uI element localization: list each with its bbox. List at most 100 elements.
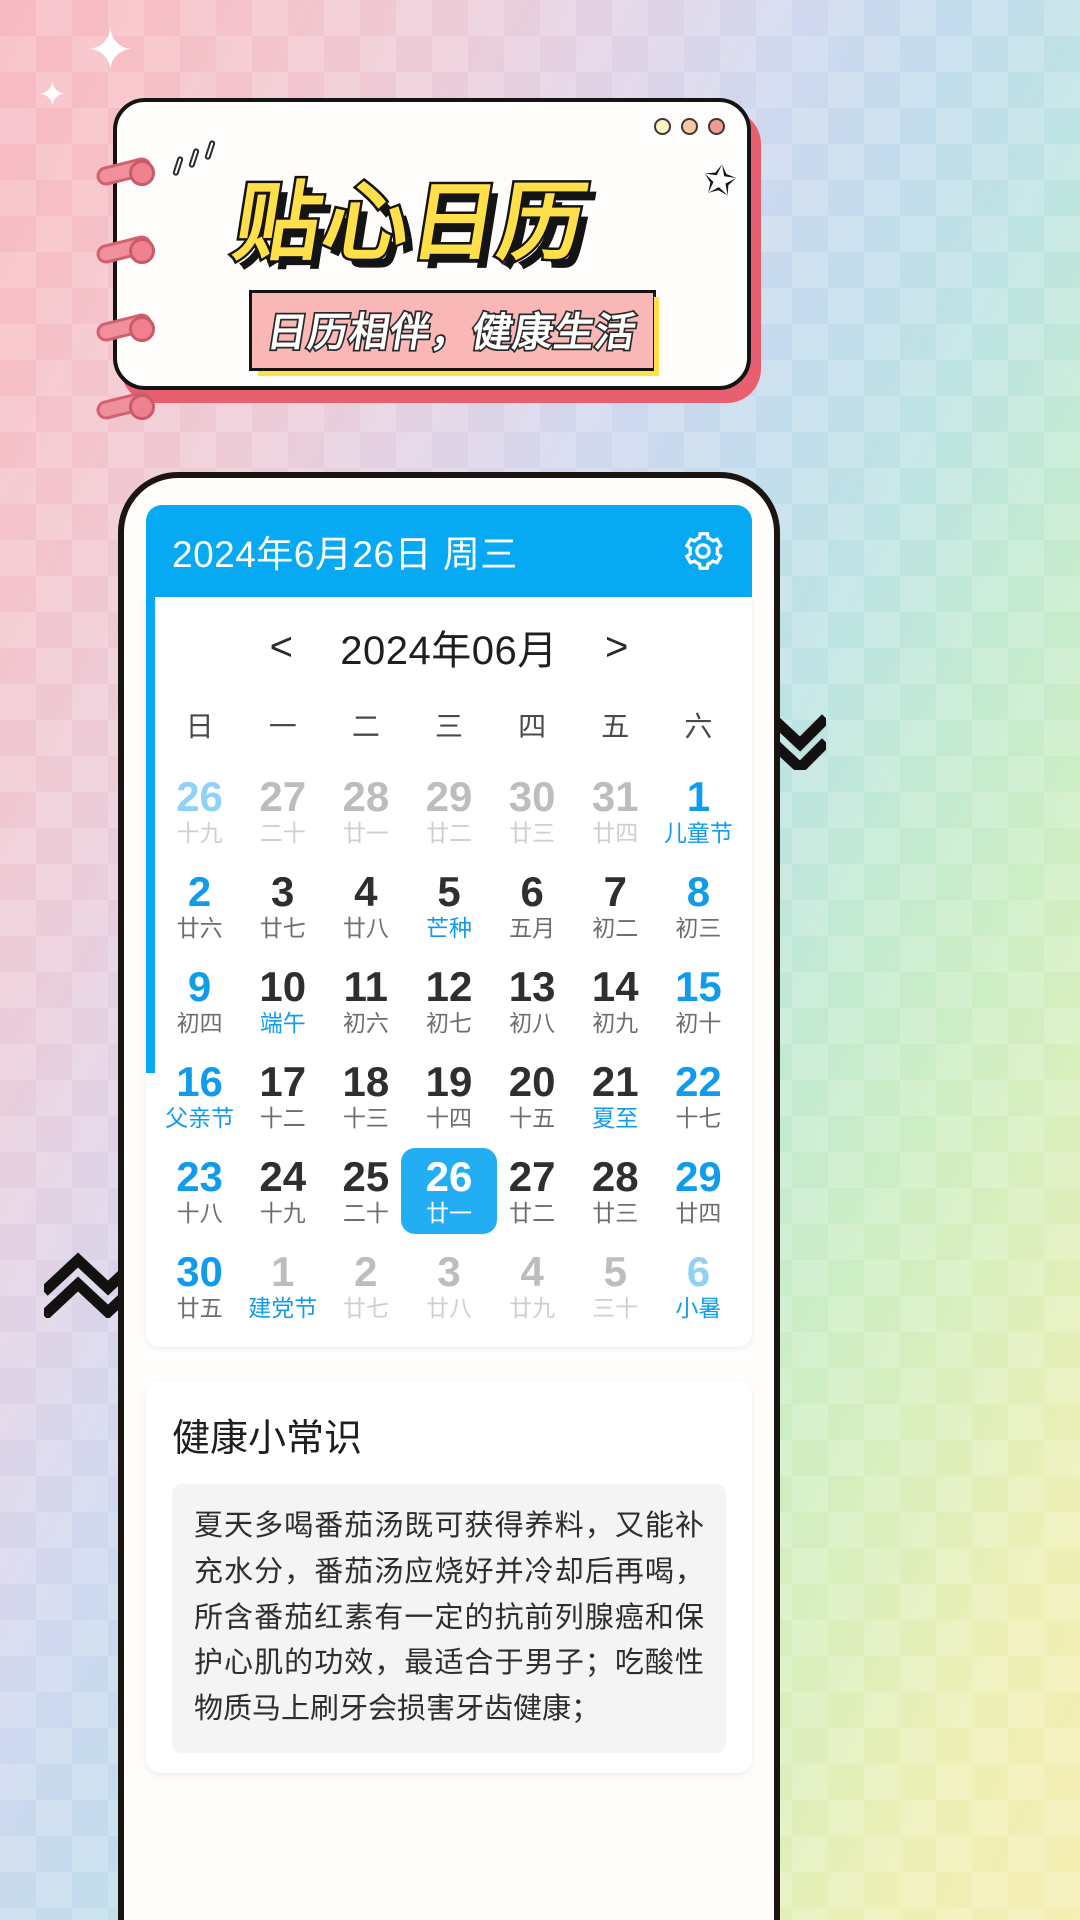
calendar-day[interactable]: 20 十五 — [491, 1048, 574, 1143]
calendar-day[interactable]: 2 廿七 — [324, 1238, 407, 1333]
calendar-day[interactable]: 4 廿九 — [491, 1238, 574, 1333]
day-lunar-label: 廿三 — [509, 820, 556, 847]
calendar-day[interactable]: 27 廿二 — [491, 1143, 574, 1238]
day-lunar-label: 十二 — [259, 1105, 306, 1132]
calendar-day[interactable]: 5 三十 — [574, 1238, 657, 1333]
day-number: 30 — [176, 1248, 223, 1296]
day-number: 23 — [176, 1153, 223, 1201]
day-number: 4 — [520, 1248, 544, 1296]
calendar-card: < 2024年06月 > 日一二三四五六 26 十九 27 二十 28 廿一 29 廿二 30 廿… — [146, 597, 752, 1347]
day-lunar-label: 初六 — [342, 1010, 389, 1037]
calendar-day[interactable]: 17 十二 — [241, 1048, 324, 1143]
calendar-day[interactable]: 4 廿八 — [324, 858, 407, 953]
calendar-day[interactable]: 26 十九 — [158, 763, 241, 858]
day-lunar-label: 廿六 — [176, 915, 223, 942]
calendar-day[interactable]: 16 父亲节 — [158, 1048, 241, 1143]
day-lunar-label: 廿八 — [425, 1295, 472, 1322]
day-lunar-label: 十九 — [259, 1200, 306, 1227]
calendar-week-row: 2 廿六 3 廿七 4 廿八 5 芒种 6 五月 7 初二 8 初三 — [158, 858, 740, 953]
health-tips-body: 夏天多喝番茄汤既可获得养料，又能补充水分，番茄汤应烧好并冷却后再喝，所含番茄红素… — [172, 1484, 726, 1754]
calendar-day[interactable]: 31 廿四 — [574, 763, 657, 858]
calendar-day[interactable]: 1 儿童节 — [657, 763, 740, 858]
calendar-day[interactable]: 12 初七 — [407, 953, 490, 1048]
day-number: 27 — [508, 1153, 556, 1201]
calendar-day[interactable]: 11 初六 — [324, 953, 407, 1048]
calendar-day-selected[interactable]: 26 廿一 — [400, 1143, 497, 1238]
subtitle-accent-bottom — [258, 371, 659, 376]
day-lunar-label: 廿七 — [342, 1295, 389, 1322]
day-lunar-label: 夏至 — [592, 1105, 639, 1132]
calendar-day[interactable]: 18 十三 — [324, 1048, 407, 1143]
day-lunar-label: 小暑 — [675, 1295, 722, 1322]
calendar-day[interactable]: 15 初十 — [657, 953, 740, 1048]
calendar-week-row: 9 初四 10 端午 11 初六 12 初七 13 初八 14 初九 15 初十 — [158, 953, 740, 1048]
calendar-day[interactable]: 30 廿五 — [158, 1238, 241, 1333]
day-lunar-label: 二十 — [259, 820, 306, 847]
calendar-day[interactable]: 30 廿三 — [491, 763, 574, 858]
day-number: 6 — [686, 1248, 711, 1296]
calendar-day[interactable]: 14 初九 — [574, 953, 657, 1048]
day-number: 12 — [425, 963, 473, 1011]
gear-icon[interactable] — [680, 528, 726, 574]
day-lunar-label: 二十 — [342, 1200, 389, 1227]
subtitle-accent-right — [654, 297, 659, 374]
calendar-day[interactable]: 28 廿一 — [324, 763, 407, 858]
calendar-week-row: 26 十九 27 二十 28 廿一 29 廿二 30 廿三 31 廿四 1 儿童节 — [158, 763, 740, 858]
day-number: 21 — [591, 1058, 639, 1106]
day-lunar-label: 十四 — [425, 1105, 472, 1132]
weekday-label: 一 — [268, 711, 297, 742]
calendar-day[interactable]: 9 初四 — [158, 953, 241, 1048]
calendar-week-row: 16 父亲节 17 十二 18 十三 19 十四 20 十五 21 夏至 22 十七 — [158, 1048, 740, 1143]
calendar-day[interactable]: 13 初八 — [491, 953, 574, 1048]
calendar-day[interactable]: 6 五月 — [491, 858, 574, 953]
next-month-button[interactable]: > — [600, 625, 634, 670]
calendar-day[interactable]: 27 二十 — [241, 763, 324, 858]
day-lunar-label: 初七 — [425, 1010, 472, 1037]
motion-lines-icon — [172, 139, 223, 180]
day-number: 26 — [176, 773, 223, 821]
calendar-day[interactable]: 3 廿八 — [407, 1238, 490, 1333]
weekday-label: 四 — [518, 711, 547, 742]
calendar-day[interactable]: 28 廿三 — [574, 1143, 657, 1238]
health-tips-card: 健康小常识 夏天多喝番茄汤既可获得养料，又能补充水分，番茄汤应烧好并冷却后再喝，… — [146, 1381, 752, 1774]
weekday-label: 日 — [185, 711, 214, 742]
day-lunar-label: 初八 — [509, 1010, 556, 1037]
calendar-day[interactable]: 23 十八 — [158, 1143, 241, 1238]
calendar-day[interactable]: 25 二十 — [324, 1143, 407, 1238]
calendar-day[interactable]: 29 廿二 — [407, 763, 490, 858]
day-lunar-label: 父亲节 — [165, 1105, 235, 1132]
calendar-day[interactable]: 29 廿四 — [657, 1143, 740, 1238]
calendar-day[interactable]: 21 夏至 — [574, 1048, 657, 1143]
weekday-label: 二 — [351, 711, 380, 742]
window-dots — [654, 118, 725, 135]
poster-title: 贴心日历 — [225, 171, 598, 276]
calendar-day[interactable]: 24 十九 — [241, 1143, 324, 1238]
health-tips-title: 健康小常识 — [172, 1418, 363, 1460]
calendar-day[interactable]: 5 芒种 — [407, 858, 490, 953]
day-number: 5 — [437, 868, 461, 916]
prev-month-button[interactable]: < — [264, 625, 298, 670]
day-number: 3 — [271, 868, 295, 916]
day-number: 2 — [187, 868, 212, 916]
weekday-label: 六 — [684, 711, 713, 742]
calendar-day[interactable]: 8 初三 — [657, 858, 740, 953]
day-lunar-label: 初二 — [592, 915, 639, 942]
day-lunar-label: 初十 — [675, 1010, 722, 1037]
day-lunar-label: 初九 — [592, 1010, 639, 1037]
calendar-day[interactable]: 7 初二 — [574, 858, 657, 953]
calendar-day[interactable]: 10 端午 — [241, 953, 324, 1048]
calendar-day[interactable]: 6 小暑 — [657, 1238, 740, 1333]
weekday-label: 三 — [434, 711, 463, 742]
calendar-day[interactable]: 22 十七 — [657, 1048, 740, 1143]
day-lunar-label: 十七 — [675, 1105, 722, 1132]
calendar-day[interactable]: 1 建党节 — [241, 1238, 324, 1333]
day-lunar-label: 廿一 — [342, 820, 389, 847]
calendar-day[interactable]: 3 廿七 — [241, 858, 324, 953]
day-number: 15 — [675, 963, 722, 1011]
day-number: 11 — [343, 963, 389, 1011]
day-number: 29 — [425, 773, 473, 821]
day-lunar-label: 十三 — [342, 1105, 389, 1132]
phone-mockup: 2024年6月26日 周三 < 2024年06月 > 日一二三四五六 26 十九 2… — [118, 472, 780, 1920]
calendar-day[interactable]: 19 十四 — [407, 1048, 490, 1143]
calendar-day[interactable]: 2 廿六 — [158, 858, 241, 953]
